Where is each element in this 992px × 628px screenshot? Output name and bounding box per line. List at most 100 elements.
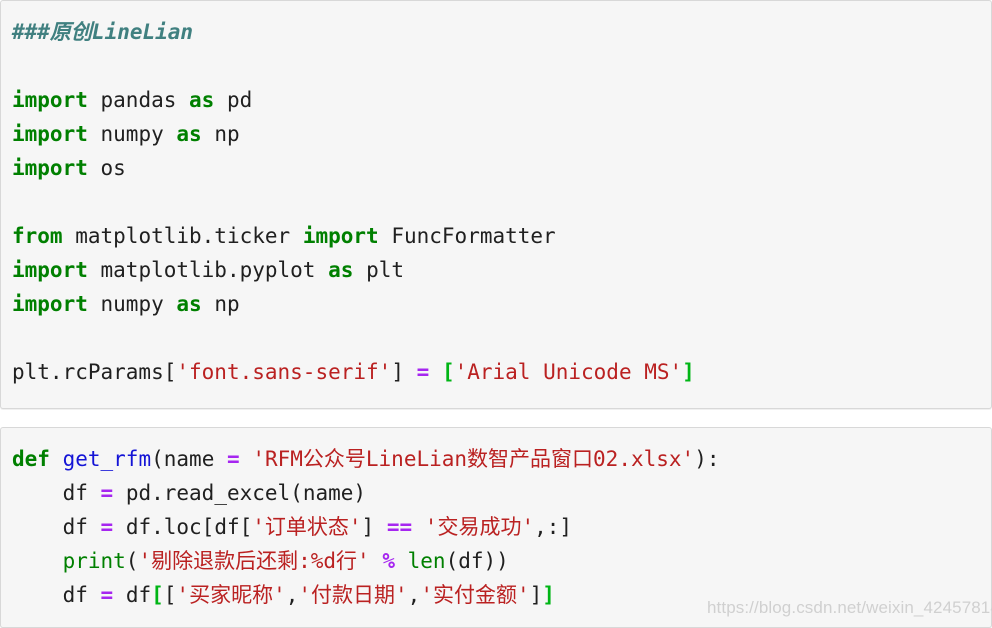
code-token: name xyxy=(163,447,215,471)
code-block-imports[interactable]: ###原创LineLian import pandas as pd import … xyxy=(0,0,992,409)
code-token: ] xyxy=(542,583,555,607)
code-token: '剔除退款后还剩:%d行' xyxy=(138,549,370,573)
code-line: df = df[['买家昵称','付款日期','实付金额']] xyxy=(12,578,991,612)
code-token: ] xyxy=(682,360,695,384)
code-token: as xyxy=(176,292,202,316)
code-token: pd.read_excel(name) xyxy=(113,481,367,505)
code-token: df.loc[df[ xyxy=(113,515,253,539)
code-token: import xyxy=(12,88,88,112)
code-line: import numpy as np xyxy=(12,287,991,321)
code-token: as xyxy=(176,122,202,146)
code-token: df xyxy=(12,515,101,539)
code-token: ( xyxy=(125,549,139,573)
code-token: ( xyxy=(151,447,164,471)
code-token: % xyxy=(382,549,395,573)
code-line: import matplotlib.pyplot as plt xyxy=(12,253,991,287)
code-token: df xyxy=(113,583,152,607)
code-token: len xyxy=(407,549,446,573)
code-token: df xyxy=(12,481,101,505)
code-token: as xyxy=(189,88,215,112)
code-token: ] xyxy=(361,515,387,539)
code-token: plt xyxy=(366,258,404,282)
code-token: '买家昵称' xyxy=(176,583,286,607)
code-line: from matplotlib.ticker import FuncFormat… xyxy=(12,219,991,253)
code-token: = xyxy=(227,447,240,471)
code-content-imports[interactable]: ###原创LineLian import pandas as pd import … xyxy=(1,1,991,399)
code-token: '交易成功' xyxy=(424,515,535,539)
code-token: import xyxy=(12,156,88,180)
code-token: 'RFM公众号LineLian数智产品窗口02.xlsx' xyxy=(252,447,695,471)
code-token: matplotlib.ticker xyxy=(75,224,291,248)
code-token: numpy xyxy=(100,292,164,316)
code-token: [ xyxy=(163,360,177,384)
code-token: numpy xyxy=(100,122,164,146)
code-line: df = df.loc[df['订单状态'] == '交易成功',:] xyxy=(12,510,991,544)
code-token: ] xyxy=(391,360,404,384)
code-token: matplotlib.pyplot xyxy=(100,258,316,282)
code-token: np xyxy=(214,122,240,146)
code-token: [ xyxy=(441,360,455,384)
code-token: pd xyxy=(226,88,253,112)
code-line: df = pd.read_excel(name) xyxy=(12,476,991,510)
code-line: import numpy as np xyxy=(12,117,991,151)
code-token: get_rfm xyxy=(62,447,152,471)
code-content-get-rfm[interactable]: def get_rfm(name = 'RFM公众号LineLian数智产品窗口… xyxy=(1,428,991,622)
code-token: plt.rcParams xyxy=(12,360,164,384)
code-token: from xyxy=(12,224,63,248)
code-token: import xyxy=(12,292,88,316)
code-token: ): xyxy=(694,447,720,471)
code-line: print('剔除退款后还剩:%d行' % len(df)) xyxy=(12,544,991,578)
code-line: import pandas as pd xyxy=(12,83,991,117)
code-line: import os xyxy=(12,151,991,185)
code-line: def get_rfm(name = 'RFM公众号LineLian数智产品窗口… xyxy=(12,442,991,476)
code-block-get-rfm-function[interactable]: def get_rfm(name = 'RFM公众号LineLian数智产品窗口… xyxy=(0,427,992,628)
code-token: import xyxy=(302,224,379,248)
code-token: print xyxy=(62,549,126,573)
code-token: ,:] xyxy=(534,515,573,539)
code-token: , xyxy=(285,583,299,607)
code-token: '实付金额' xyxy=(420,583,530,607)
code-line: plt.rcParams['font.sans-serif'] = ['Aria… xyxy=(12,355,991,389)
code-token: import xyxy=(12,122,88,146)
code-token: 'Arial Unicode MS' xyxy=(454,360,683,384)
code-token: FuncFormatter xyxy=(391,224,556,248)
code-token: as xyxy=(328,258,354,282)
code-token: = xyxy=(416,360,430,384)
code-token: [ xyxy=(163,583,177,607)
code-token: = xyxy=(100,481,114,505)
code-token: , xyxy=(407,583,421,607)
code-token: df xyxy=(12,583,101,607)
code-token: == xyxy=(386,515,413,539)
code-token: = xyxy=(100,583,114,607)
code-token: '订单状态' xyxy=(252,515,362,539)
code-screenshot-page: ###原创LineLian import pandas as pd import … xyxy=(0,0,992,628)
code-token: = xyxy=(100,515,114,539)
code-line: ###原创LineLian xyxy=(12,15,991,49)
code-token: (df)) xyxy=(445,549,509,573)
